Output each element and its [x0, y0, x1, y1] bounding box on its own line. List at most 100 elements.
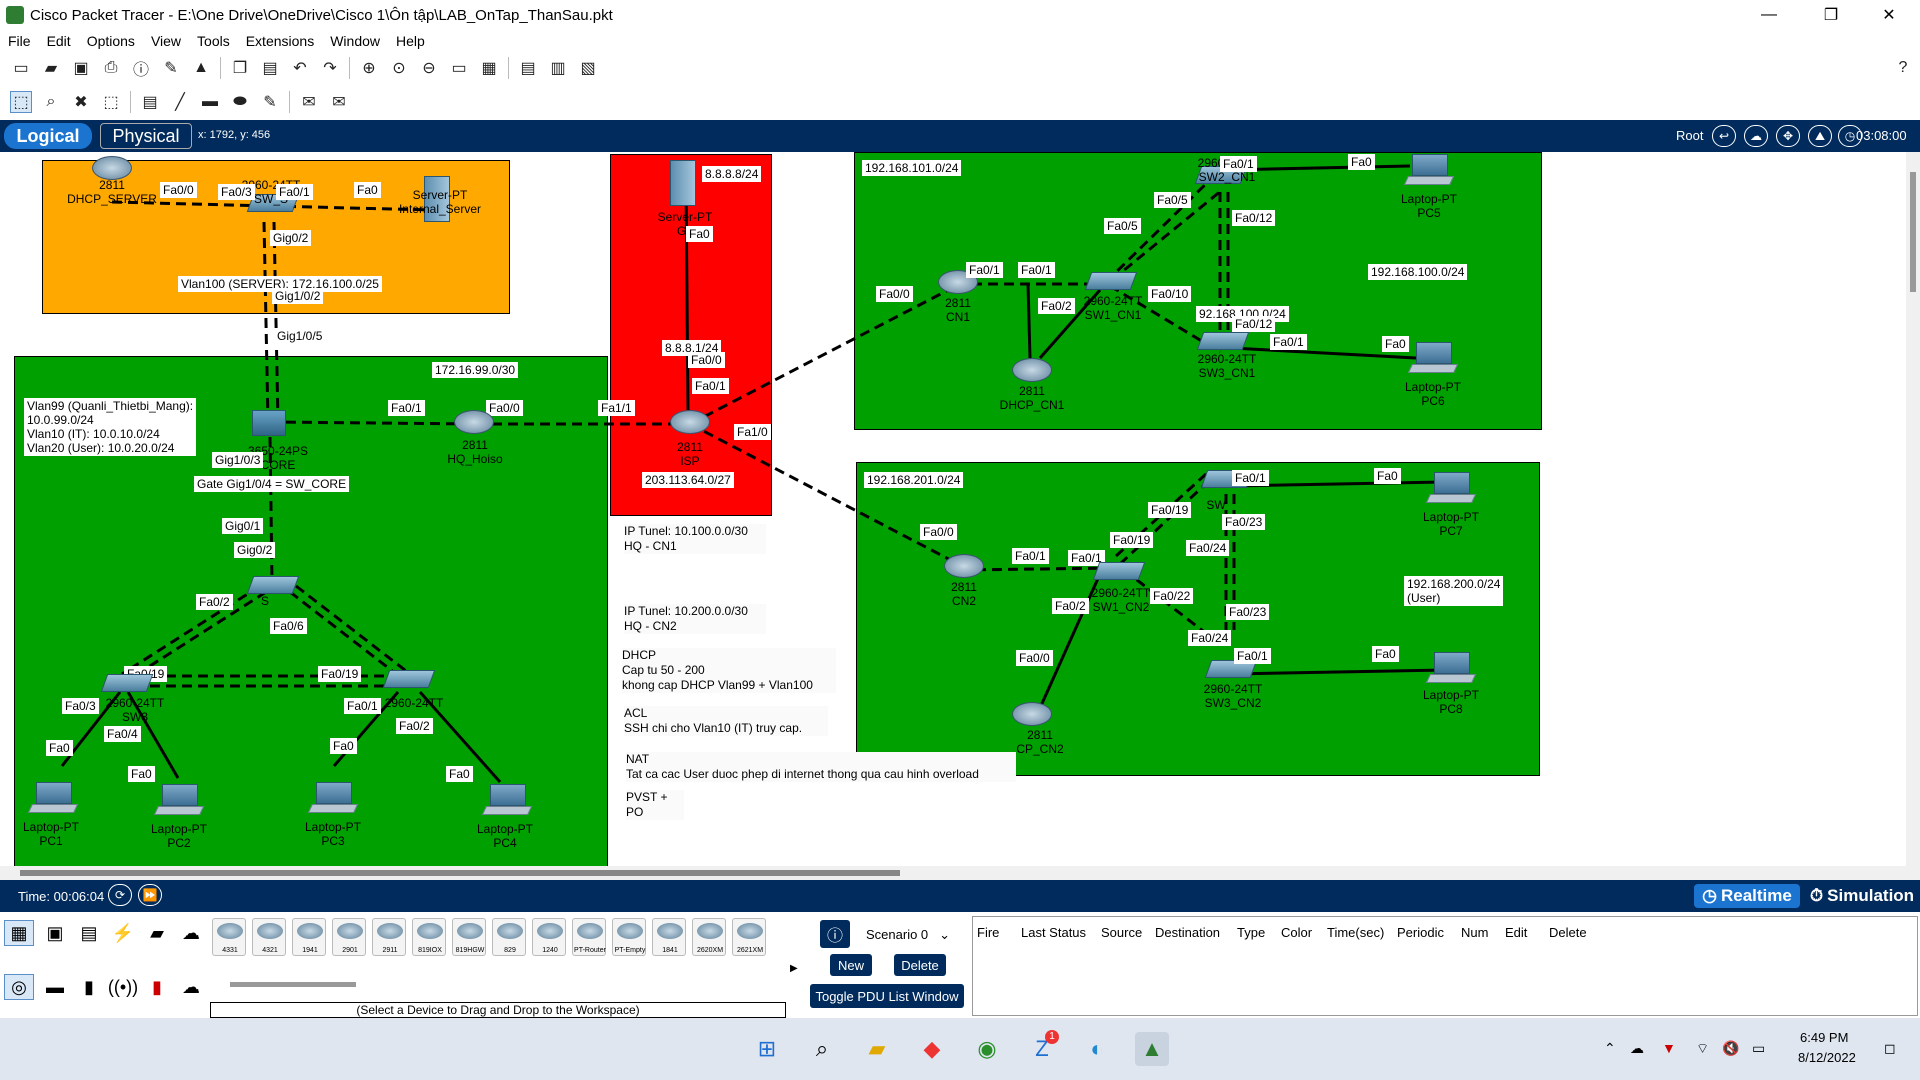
copy-icon[interactable]: ❐: [229, 57, 251, 79]
delete-icon[interactable]: ✖: [70, 91, 92, 113]
simulation-tab[interactable]: ⏱ Simulation: [1806, 884, 1918, 908]
menu-window[interactable]: Window: [322, 33, 388, 49]
print-icon[interactable]: ⎙: [100, 57, 122, 79]
taskbar-time[interactable]: 6:49 PM: [1800, 1030, 1848, 1045]
complex-pdu-icon[interactable]: ✉: [328, 91, 350, 113]
collapse-arrow-icon[interactable]: ▶: [790, 920, 800, 1016]
notes-icon[interactable]: ▤: [517, 57, 539, 79]
onedrive-icon[interactable]: ☁: [1630, 1040, 1644, 1057]
device-model-9[interactable]: PT-Router: [572, 918, 606, 956]
components-icon[interactable]: ▤: [74, 920, 104, 946]
open-folder-icon[interactable]: ▰: [40, 57, 62, 79]
drawing-palette-icon[interactable]: ▭: [448, 57, 470, 79]
device-model-12[interactable]: 2620XM: [692, 918, 726, 956]
wireless-icon[interactable]: ((•)): [108, 974, 138, 1000]
sw-core-switch[interactable]: [252, 410, 286, 436]
info-icon[interactable]: ⓘ: [820, 920, 850, 948]
draw-line-icon[interactable]: ╱: [169, 91, 191, 113]
menu-extensions[interactable]: Extensions: [238, 33, 322, 49]
select-icon[interactable]: ⬚: [10, 91, 32, 113]
device-model-5[interactable]: 819IOX: [412, 918, 446, 956]
dhcp-cn1-router[interactable]: [1012, 358, 1052, 382]
multiuser-icon[interactable]: ☁: [176, 920, 206, 946]
sw-access1-switch[interactable]: [100, 674, 154, 692]
zoom-reset-icon[interactable]: ⊙: [388, 57, 410, 79]
save-icon[interactable]: ▣: [70, 57, 92, 79]
help-icon[interactable]: ?: [1892, 57, 1914, 79]
windows-start-icon[interactable]: ⊞: [750, 1032, 784, 1066]
image-icon[interactable]: ▧: [577, 57, 599, 79]
pc5-laptop[interactable]: [1403, 154, 1455, 188]
chevron-up-icon[interactable]: ⌃: [1604, 1040, 1616, 1057]
network-devices-icon[interactable]: ▦: [4, 920, 34, 946]
anydesk-icon[interactable]: ◆: [915, 1032, 949, 1066]
google-server[interactable]: [670, 160, 696, 206]
draw-rectangle-icon[interactable]: ▬: [199, 91, 221, 113]
device-model-0[interactable]: 4331: [212, 918, 246, 956]
freeform-icon[interactable]: ✎: [259, 91, 281, 113]
device-model-8[interactable]: 1240: [532, 918, 566, 956]
chrome-icon[interactable]: ◉: [970, 1032, 1004, 1066]
pc8-laptop[interactable]: [1425, 652, 1477, 686]
file-explorer-icon[interactable]: ▰: [860, 1032, 894, 1066]
menu-edit[interactable]: Edit: [39, 33, 79, 49]
cluster-icon[interactable]: ☁: [1744, 125, 1768, 147]
inspect-icon[interactable]: ⌕: [40, 91, 62, 113]
menu-options[interactable]: Options: [79, 33, 143, 49]
sw1-cn2-switch[interactable]: [1092, 562, 1146, 580]
scrollbar-thumb[interactable]: [20, 870, 900, 876]
vertical-scrollbar[interactable]: [1906, 152, 1920, 880]
menu-view[interactable]: View: [143, 33, 189, 49]
background-icon[interactable]: ⛰: [1808, 125, 1832, 147]
device-model-4[interactable]: 2911: [372, 918, 406, 956]
device-model-2[interactable]: 1941: [292, 918, 326, 956]
draw-ellipse-icon[interactable]: ⬬: [229, 91, 251, 113]
device-model-1[interactable]: 4321: [252, 918, 286, 956]
cn2-router[interactable]: [944, 554, 984, 578]
realtime-tab[interactable]: ◷ Realtime: [1694, 884, 1800, 908]
battery-icon[interactable]: ▭: [1752, 1040, 1765, 1057]
back-icon[interactable]: ↩: [1712, 125, 1736, 147]
simple-pdu-icon[interactable]: ✉: [298, 91, 320, 113]
place-note-icon[interactable]: ▤: [139, 91, 161, 113]
minimize-button[interactable]: —: [1746, 0, 1792, 30]
horizontal-scrollbar[interactable]: [0, 866, 1906, 880]
paste-icon[interactable]: ▤: [259, 57, 281, 79]
menu-tools[interactable]: Tools: [189, 33, 238, 49]
device-model-10[interactable]: PT-Empty: [612, 918, 646, 956]
device-model-6[interactable]: 819HGW: [452, 918, 486, 956]
device-model-7[interactable]: 829: [492, 918, 526, 956]
sw-dist-switch[interactable]: [246, 576, 300, 594]
sw1-cn1-switch[interactable]: [1084, 272, 1138, 290]
activity-wizard-icon[interactable]: ✎: [160, 57, 182, 79]
navigation-icon[interactable]: ✥: [1776, 125, 1800, 147]
pc6-laptop[interactable]: [1407, 342, 1459, 376]
end-devices-icon[interactable]: ▣: [40, 920, 70, 946]
pc2-laptop[interactable]: [153, 784, 205, 818]
new-file-icon[interactable]: ▭: [10, 57, 32, 79]
security-icon[interactable]: ▮: [142, 974, 172, 1000]
pc7-laptop[interactable]: [1425, 472, 1477, 506]
zalo-icon[interactable]: Z1: [1025, 1030, 1059, 1066]
model-scrollbar[interactable]: [230, 982, 356, 987]
speaker-muted-icon[interactable]: 🔇: [1722, 1040, 1739, 1057]
device-model-11[interactable]: 1841: [652, 918, 686, 956]
logical-workspace[interactable]: 2811 DHCP_SERVER 2960-24TT SW_S Server-PT I…: [0, 152, 1920, 880]
pdu-icon[interactable]: ▲: [190, 57, 212, 79]
zoom-in-icon[interactable]: ⊕: [358, 57, 380, 79]
new-scenario-button[interactable]: New: [830, 954, 872, 976]
dhcp-server-router[interactable]: [92, 156, 132, 180]
menu-help[interactable]: Help: [388, 33, 433, 49]
misc-icon[interactable]: ▰: [142, 920, 172, 946]
maximize-button[interactable]: ❐: [1808, 0, 1854, 30]
search-icon[interactable]: ⌕: [805, 1032, 839, 1066]
menu-file[interactable]: File: [0, 33, 39, 49]
power-cycle-icon[interactable]: ⟳: [108, 884, 132, 906]
zoom-out-icon[interactable]: ⊖: [418, 57, 440, 79]
scrollbar-thumb[interactable]: [1910, 172, 1916, 292]
connections-icon[interactable]: ⚡: [108, 920, 138, 946]
wifi-icon[interactable]: ⌔: [1696, 1040, 1709, 1058]
dhcp-cn2-router[interactable]: [1012, 702, 1052, 726]
switches-icon[interactable]: ▬: [40, 974, 70, 1000]
antivirus-icon[interactable]: ▼: [1662, 1040, 1676, 1056]
